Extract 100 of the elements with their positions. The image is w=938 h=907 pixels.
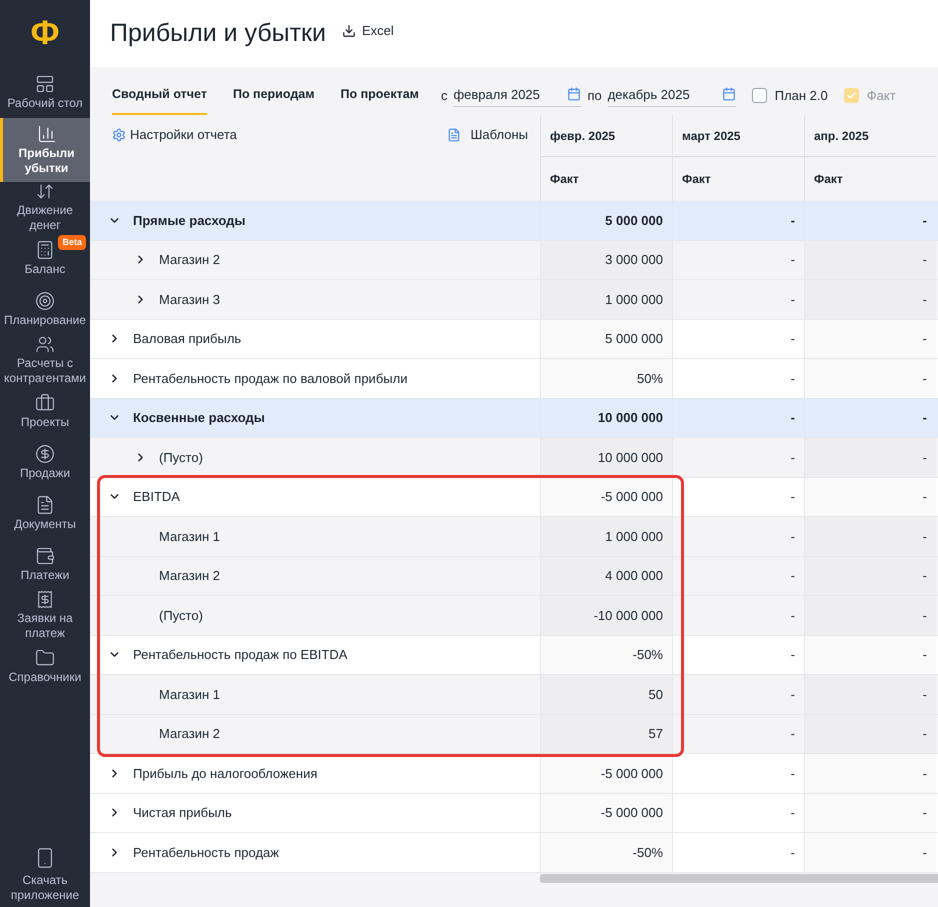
download-app-link[interactable]: Скачать приложение [0,873,90,903]
value-cell: 50 [540,675,672,714]
logo: Ф [30,13,60,54]
value-cell: 50% [540,359,672,398]
report-tab[interactable]: По периодам [232,85,314,115]
row-label[interactable]: (Пусто) [90,596,540,634]
from-label: с [440,87,448,105]
row-label[interactable]: Чистая прибыль [90,794,540,832]
templates-button[interactable]: Шаблоны [446,125,528,144]
folder-icon [35,648,55,668]
value-cell: - [804,240,936,279]
column-header: февр. 2025 [541,115,672,157]
row-label[interactable]: Рентабельность продаж по EBITDA [90,636,540,674]
sidebar-item[interactable]: Платежи [0,539,90,590]
sidebar-item[interactable]: Планирование [0,284,90,335]
row-label[interactable]: Магазин 3 [90,280,540,318]
report-tab[interactable]: Сводный отчет [112,85,207,115]
value-cell: 1 000 000 [540,517,672,556]
value-cell: - [804,478,936,516]
row-label[interactable]: EBITDA [90,478,540,516]
value-cell: - [672,398,804,437]
sidebar-item[interactable]: Прибыли убытки [0,118,90,182]
column-subheader: Факт [813,171,844,188]
value-cell: 3 000 000 [540,240,672,279]
beta-badge: Beta [58,235,86,250]
column-header: апр. 2025 [805,115,936,157]
date-from-field[interactable]: февраля 2025 [453,84,582,107]
row-label[interactable]: Магазин 2 [90,714,540,753]
wallet-icon [35,546,55,566]
horizontal-scrollbar[interactable] [540,874,938,882]
row-label[interactable]: Прямые расходы [90,201,540,240]
sidebar-item[interactable]: Справочники [0,641,90,692]
value-cell: 5 000 000 [540,320,672,358]
value-cell: -5 000 000 [540,794,672,832]
report-settings-button[interactable]: Настройки отчета [112,125,237,144]
sidebar-item[interactable]: Рабочий стол [0,67,90,118]
sidebar-item[interactable]: Продажи [0,437,90,488]
value-cell: - [804,714,936,753]
chart-icon [36,124,56,144]
value-cell: - [804,438,936,476]
value-cell: 5 000 000 [540,201,672,240]
row-label[interactable]: Рентабельность продаж по валовой прибыли [90,359,540,398]
sidebar-item[interactable]: Движение денег [0,182,90,233]
value-cell: - [672,675,804,714]
to-label: по [587,87,602,105]
document-icon [35,495,55,515]
excel-export-button[interactable]: Excel [342,20,394,40]
value-cell: - [804,833,936,872]
exchange-icon [35,182,55,201]
checkbox[interactable] [752,88,767,104]
calculator-icon [35,240,55,260]
value-cell: - [804,556,936,595]
value-cell: - [672,794,804,832]
value-cell: -10 000 000 [540,596,672,634]
value-cell: - [804,280,936,318]
sidebar-item[interactable]: Проекты [0,386,90,437]
row-label[interactable]: Магазин 2 [90,556,540,595]
row-label[interactable]: Косвенные расходы [90,398,540,437]
sidebar-item[interactable]: Расчеты с контрагентами [0,335,90,386]
value-cell: - [804,794,936,832]
value-cell: - [672,240,804,279]
value-cell: -5 000 000 [540,754,672,792]
row-label[interactable]: Магазин 1 [90,517,540,556]
dollar-icon [35,444,55,464]
value-cell: - [672,320,804,358]
people-icon [35,335,55,354]
column-subheader: Факт [549,171,580,188]
value-cell: 57 [540,714,672,753]
document-icon [446,128,460,142]
value-cell: -5 000 000 [540,478,672,516]
value-cell: - [804,398,936,437]
row-label[interactable]: Рентабельность продаж [90,833,540,872]
checkbox-label: План 2.0 [774,87,828,105]
sidebar-item[interactable]: Заявки на платеж [0,590,90,641]
value-cell: -50% [540,833,672,872]
download-icon [342,24,356,38]
calendar-icon [722,87,736,102]
value-cell: - [672,359,804,398]
value-cell: - [672,556,804,595]
dashboard-icon [35,74,55,94]
report-tab[interactable]: По проектам [340,85,419,115]
value-cell: - [804,201,936,240]
row-label[interactable]: Магазин 2 [90,240,540,279]
row-label[interactable]: (Пусто) [90,438,540,476]
sidebar-item[interactable]: Документы [0,488,90,539]
value-cell: - [804,636,936,674]
value-cell: - [672,714,804,753]
value-cell: - [672,478,804,516]
date-to-field[interactable]: декабрь 2025 [608,84,736,107]
sidebar-item[interactable]: Beta Баланс [0,233,90,284]
value-cell: -50% [540,636,672,674]
value-cell: 1 000 000 [540,280,672,318]
value-cell: - [804,517,936,556]
row-label[interactable]: Магазин 1 [90,675,540,714]
row-label[interactable]: Прибыль до налогообложения [90,754,540,792]
briefcase-icon [35,393,55,413]
column-header: март 2025 [673,115,804,157]
value-cell: - [672,636,804,674]
row-label[interactable]: Валовая прибыль [90,320,540,358]
value-cell: - [672,201,804,240]
